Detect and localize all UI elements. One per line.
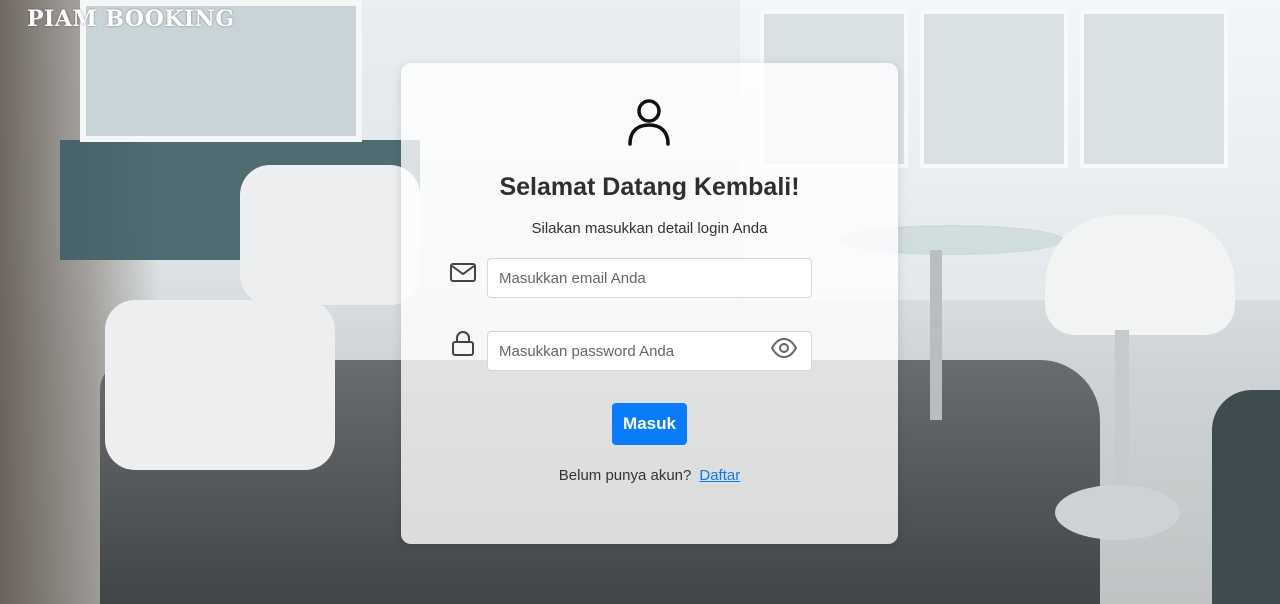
eye-icon[interactable] — [771, 338, 797, 358]
signup-row: Belum punya akun? Daftar — [401, 467, 898, 484]
bg-pillow — [240, 165, 420, 305]
bg-chair-base — [1055, 485, 1180, 540]
bg-table-leg — [930, 250, 942, 420]
signup-link[interactable]: Daftar — [699, 467, 740, 484]
user-icon — [628, 99, 670, 146]
login-card: Selamat Datang Kembali! Silakan masukkan… — [401, 63, 898, 544]
page-title: Selamat Datang Kembali! — [499, 173, 800, 201]
brand-logo: PIAM BOOKING — [27, 6, 235, 32]
bg-pillow — [105, 300, 335, 470]
bg-dark-chair — [1212, 390, 1280, 604]
login-button[interactable]: Masuk — [612, 403, 687, 445]
page-subtitle: Silakan masukkan detail login Anda — [531, 220, 768, 237]
lock-icon — [452, 331, 474, 356]
bg-chair — [1045, 215, 1235, 335]
email-input[interactable] — [487, 258, 812, 298]
envelope-icon — [450, 263, 476, 282]
signup-prompt: Belum punya akun? — [558, 467, 692, 484]
password-input[interactable] — [487, 331, 812, 371]
